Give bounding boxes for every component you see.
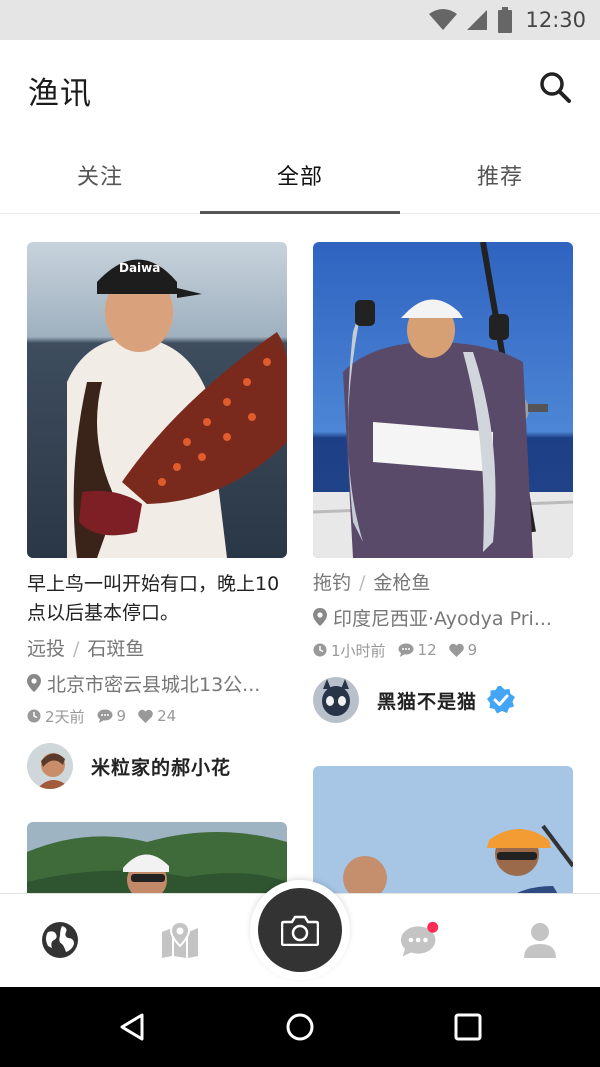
app-bar: 渔讯: [0, 40, 600, 136]
tab-all[interactable]: 全部: [200, 136, 400, 214]
post-location[interactable]: 印度尼西亚·Ayodya Pri...: [313, 604, 573, 630]
post-photo[interactable]: Daiwa: [27, 242, 287, 558]
notification-badge: [427, 921, 439, 933]
stat-comments[interactable]: 12: [398, 641, 437, 659]
post-feed[interactable]: Daiwa 早上鸟一叫开始有口，晚上10点以后基本停口。 远投 / 石斑鱼 北京市密…: [0, 214, 600, 894]
tag-species[interactable]: 石斑鱼: [87, 638, 144, 660]
stat-time: 1小时前: [313, 640, 386, 661]
post-time: 2天前: [45, 707, 85, 726]
clock-icon: [27, 709, 41, 723]
back-icon[interactable]: [116, 1011, 148, 1043]
post-card[interactable]: [27, 822, 287, 894]
page-title: 渔讯: [28, 76, 92, 112]
like-count: 9: [467, 641, 478, 659]
tag-method[interactable]: 拖钓: [313, 572, 351, 594]
camera-icon: [281, 915, 319, 946]
search-icon[interactable]: [538, 70, 572, 104]
post-stats: 2天前 9 24: [27, 704, 287, 728]
recents-icon[interactable]: [452, 1011, 484, 1043]
author-name[interactable]: 黑猫不是猫: [377, 687, 477, 714]
post-stats: 1小时前 12 9: [313, 638, 573, 662]
post-title[interactable]: 早上鸟一叫开始有口，晚上10点以后基本停口。: [27, 570, 287, 628]
chat-icon[interactable]: [400, 920, 440, 960]
svg-text:Daiwa: Daiwa: [119, 261, 160, 275]
status-icons: 12:30: [429, 6, 586, 34]
post-location[interactable]: 北京市密云县城北13公...: [27, 670, 287, 696]
camera-button[interactable]: [250, 880, 350, 980]
stat-time: 2天前: [27, 706, 85, 727]
post-time: 1小时前: [331, 641, 386, 660]
author-name[interactable]: 米粒家的郝小花: [91, 753, 231, 780]
post-tags: 拖钓 / 金枪鱼: [313, 570, 573, 596]
post-author[interactable]: 米粒家的郝小花: [27, 742, 287, 790]
map-icon[interactable]: [160, 920, 200, 960]
location-pin-icon: [313, 608, 327, 626]
system-nav-bar: [0, 987, 600, 1067]
post-tags: 远投 / 石斑鱼: [27, 636, 287, 662]
post-photo[interactable]: [313, 766, 573, 894]
stat-likes[interactable]: 24: [138, 707, 176, 725]
verified-badge-icon: [487, 686, 516, 714]
bottom-nav: [0, 880, 600, 987]
tag-separator: /: [73, 638, 80, 660]
stat-comments[interactable]: 9: [97, 707, 127, 725]
avatar[interactable]: [27, 743, 73, 789]
comment-icon: [398, 643, 414, 657]
location-text: 印度尼西亚·Ayodya Pri...: [333, 607, 552, 630]
tab-recommended[interactable]: 推荐: [400, 136, 600, 214]
location-text: 北京市密云县城北13公...: [47, 673, 261, 696]
post-author[interactable]: 黑猫不是猫: [313, 676, 573, 724]
heart-icon: [138, 709, 153, 723]
clock-icon: [313, 643, 327, 657]
tag-separator: /: [359, 572, 366, 594]
like-count: 24: [157, 707, 177, 725]
post-photo[interactable]: [27, 822, 287, 894]
home-icon[interactable]: [284, 1011, 316, 1043]
post-photo[interactable]: [313, 242, 573, 558]
camera-button-inner: [258, 888, 342, 972]
avatar[interactable]: [313, 677, 359, 723]
post-card[interactable]: 拖钓 / 金枪鱼 印度尼西亚·Ayodya Pri... 1小时前 12 9 黑…: [313, 242, 573, 724]
battery-icon: [498, 7, 513, 33]
comment-count: 9: [116, 707, 127, 725]
post-card[interactable]: [313, 766, 573, 894]
status-time: 12:30: [525, 8, 586, 32]
tag-species[interactable]: 金枪鱼: [373, 572, 430, 594]
comment-icon: [97, 709, 113, 723]
globe-icon[interactable]: [40, 920, 80, 960]
tab-bar: 关注 全部 推荐: [0, 136, 600, 214]
signal-icon: [467, 10, 488, 30]
location-pin-icon: [27, 674, 41, 692]
status-bar: 12:30: [0, 0, 600, 40]
tag-method[interactable]: 远投: [27, 638, 65, 660]
stat-likes[interactable]: 9: [448, 641, 478, 659]
tab-following[interactable]: 关注: [0, 136, 200, 214]
wifi-icon: [429, 9, 458, 30]
post-card[interactable]: Daiwa 早上鸟一叫开始有口，晚上10点以后基本停口。 远投 / 石斑鱼 北京市密…: [27, 242, 287, 790]
profile-icon[interactable]: [520, 920, 560, 960]
heart-icon: [448, 643, 464, 657]
comment-count: 12: [417, 641, 437, 659]
